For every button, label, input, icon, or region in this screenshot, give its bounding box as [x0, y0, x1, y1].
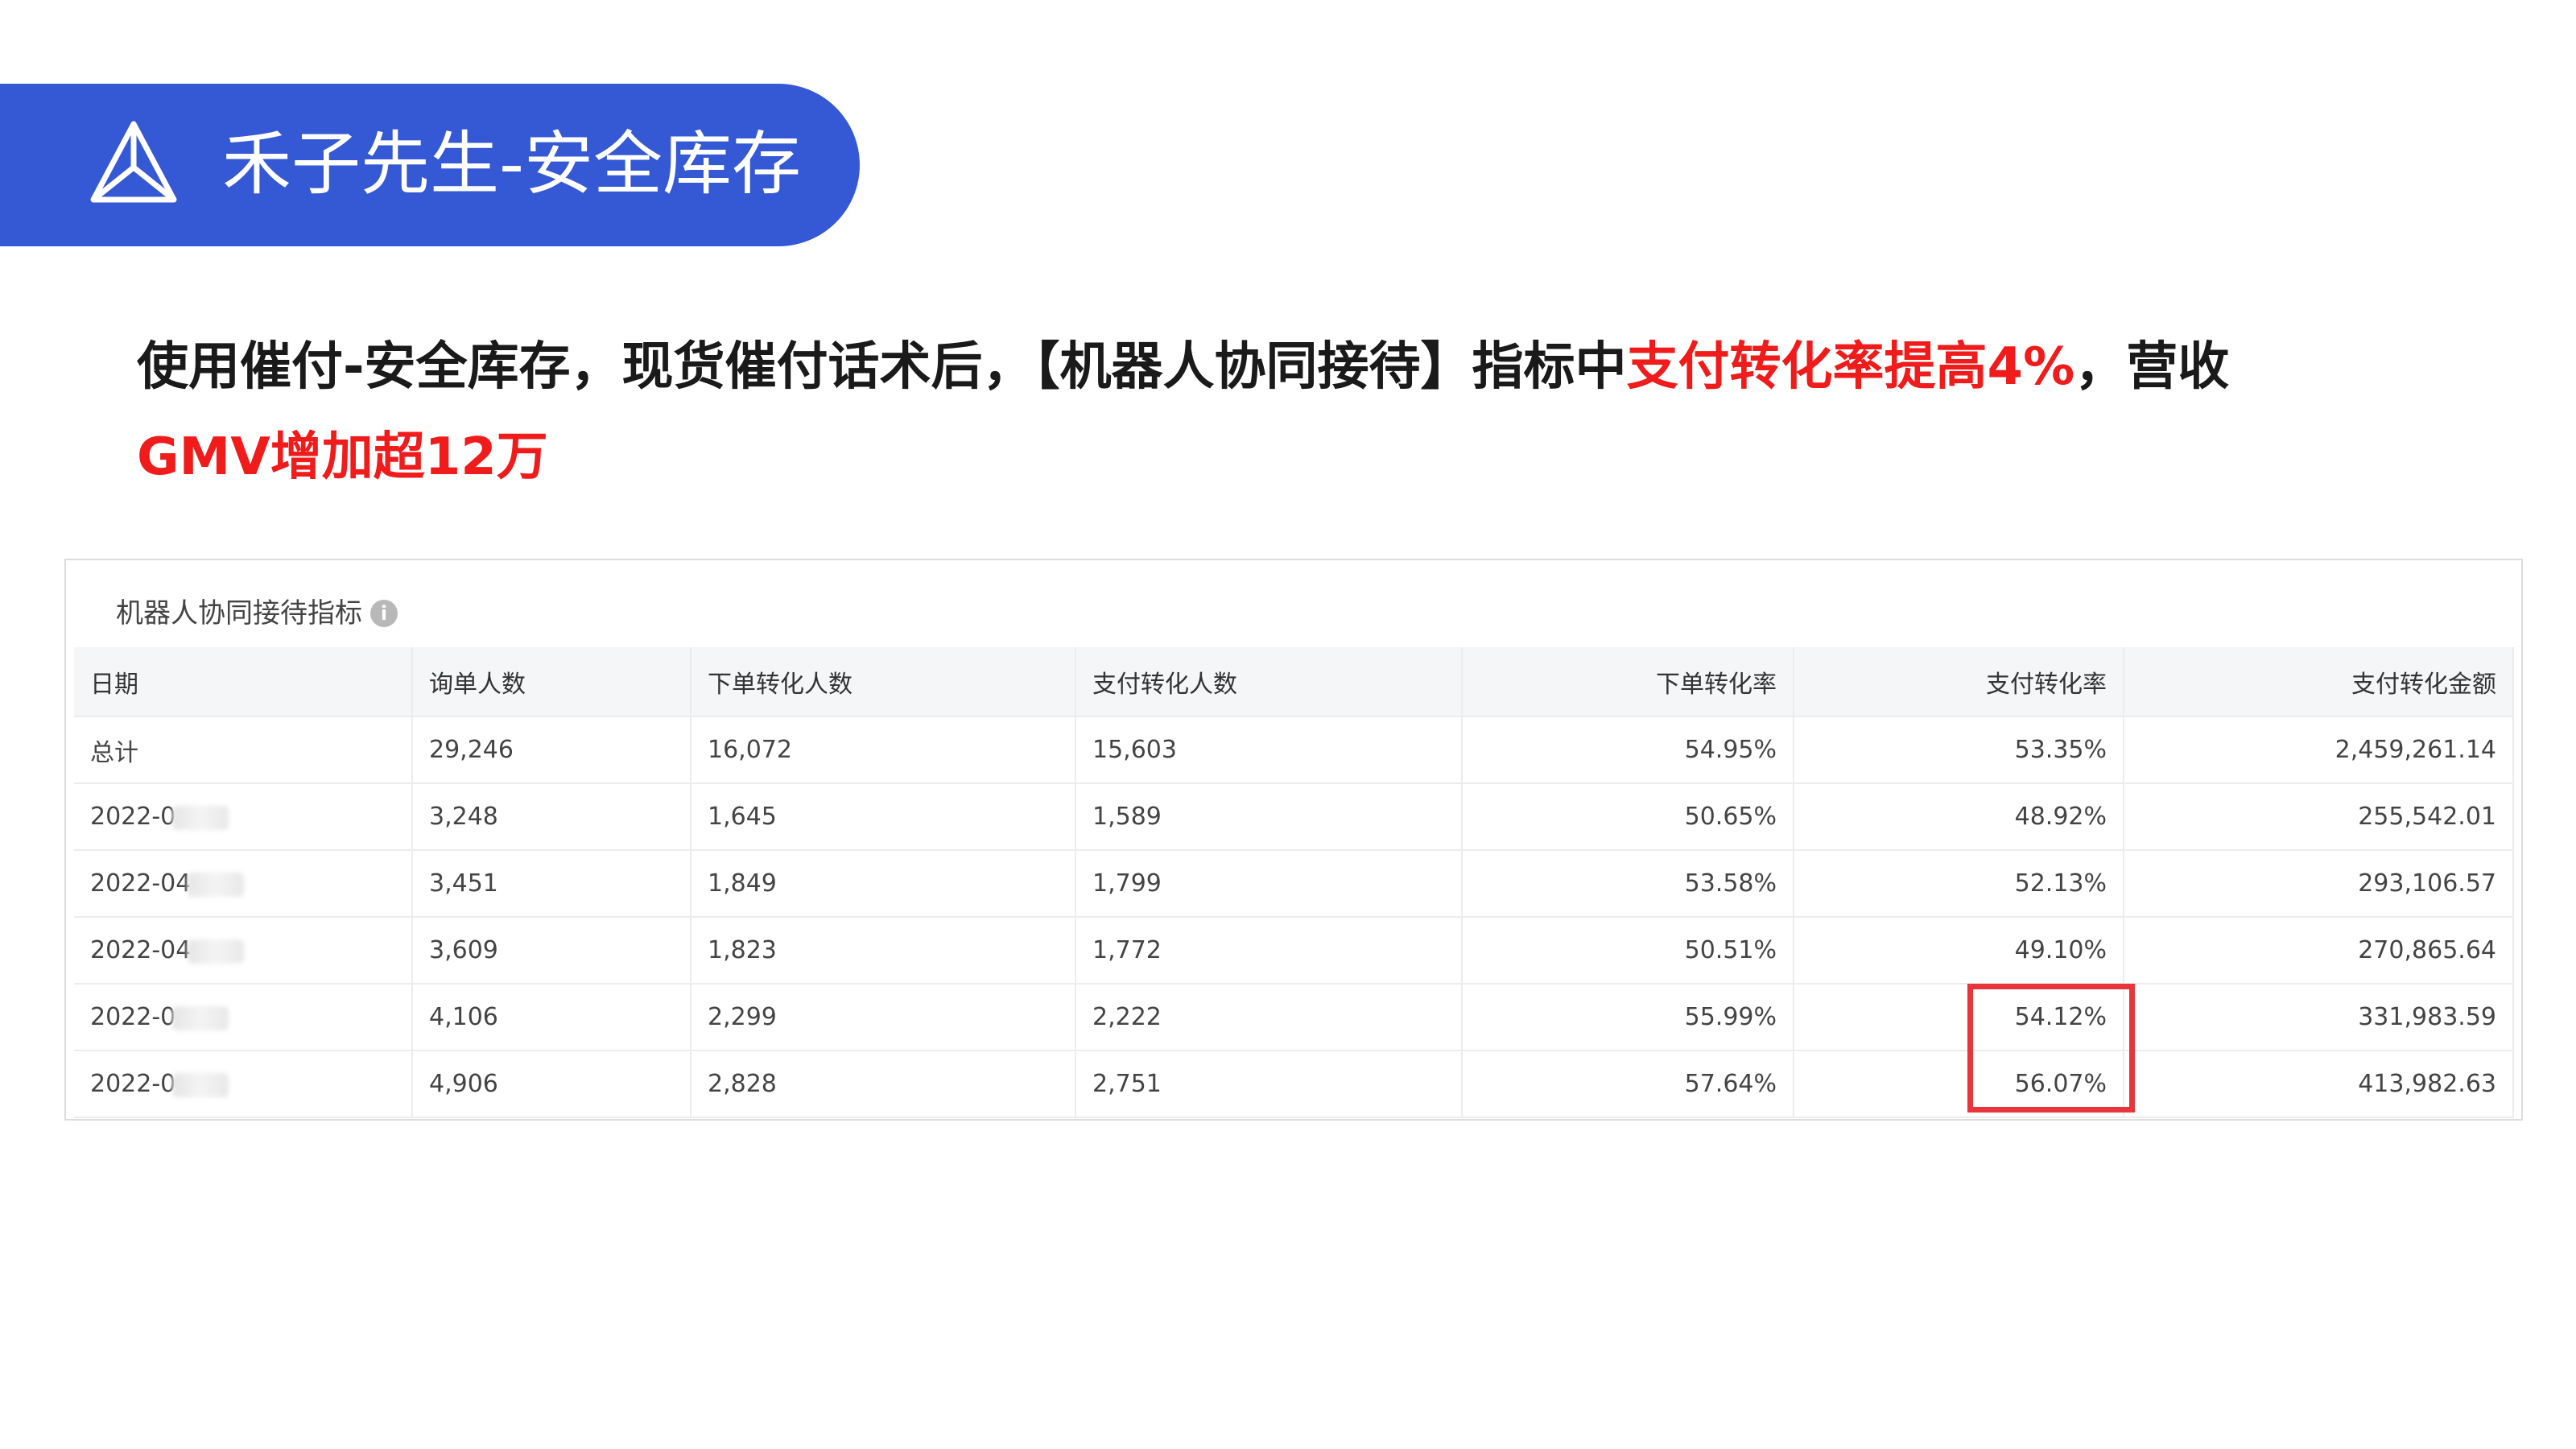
cell-order-rate: 50.65% [1462, 783, 1794, 851]
headline-highlight-2: GMV增加超12万 [137, 427, 548, 487]
column-header-order-rate[interactable]: 下单转化率 [1462, 647, 1794, 717]
payment-rate-highlight-box [1967, 984, 2135, 1113]
cell-payment-conversions: 2,222 [1075, 984, 1463, 1051]
metrics-panel: 机器人协同接待指标 i 日期 询单人数 下单转化人数 支付转化人数 下单转化率 … [64, 559, 2523, 1121]
cell-order-conversions: 2,299 [691, 984, 1076, 1051]
cell-payment-amount: 2,459,261.14 [2124, 716, 2514, 784]
column-header-payment-conversions[interactable]: 支付转化人数 [1075, 647, 1463, 717]
cell-payment-amount: 331,983.59 [2124, 984, 2514, 1051]
headline-text-2: ，营收 [2074, 337, 2230, 397]
cell-payment-conversions: 1,772 [1075, 917, 1463, 985]
cell-order-rate: 55.99% [1462, 984, 1794, 1051]
redacted-date-blur [172, 1005, 229, 1030]
cell-order-rate: 53.58% [1462, 850, 1794, 918]
cell-inquiries: 4,106 [412, 984, 691, 1051]
cell-payment-conversions: 1,799 [1075, 850, 1463, 918]
cell-payment-rate: 48.92% [1794, 783, 2124, 851]
metrics-table: 日期 询单人数 下单转化人数 支付转化人数 下单转化率 支付转化率 支付转化金额… [74, 647, 2514, 1118]
info-icon[interactable]: i [370, 600, 398, 627]
date-text: 2022-0 [90, 803, 176, 831]
table-header-row: 日期 询单人数 下单转化人数 支付转化人数 下单转化率 支付转化率 支付转化金额 [74, 647, 2514, 717]
cell-payment-conversions: 1,589 [1075, 783, 1463, 851]
headline-highlight-1: 支付转化率提高4% [1626, 337, 2075, 397]
headline-text-1: 使用催付-安全库存，现货催付话术后，【机器人协同接待】指标中 [137, 337, 1627, 397]
cell-inquiries: 4,906 [412, 1051, 691, 1118]
cell-inquiries: 29,246 [412, 716, 691, 784]
panel-title-text: 机器人协同接待指标 [116, 597, 362, 630]
cell-payment-amount: 293,106.57 [2124, 850, 2514, 918]
cell-payment-conversions: 15,603 [1075, 716, 1463, 784]
date-text: 2022-0 [90, 1003, 176, 1031]
table-row: 2022-04 3,451 1,849 1,799 53.58% 52.13% … [74, 850, 2514, 918]
cell-inquiries: 3,609 [412, 917, 691, 985]
cell-order-conversions: 1,849 [691, 850, 1076, 918]
cell-order-rate: 50.51% [1462, 917, 1794, 985]
cell-date: 2022-04 [74, 917, 413, 985]
table-row: 2022-04 3,609 1,823 1,772 50.51% 49.10% … [74, 917, 2514, 985]
cell-date: 2022-0 [74, 1051, 413, 1118]
headline: 使用催付-安全库存，现货催付话术后，【机器人协同接待】指标中支付转化率提高4%，… [137, 322, 2407, 502]
title-banner: 禾子先生-安全库存 [0, 84, 860, 246]
table-row: 2022-0 3,248 1,645 1,589 50.65% 48.92% 2… [74, 783, 2514, 851]
cell-order-rate: 57.64% [1462, 1051, 1794, 1118]
column-header-payment-rate[interactable]: 支付转化率 [1794, 647, 2124, 717]
cell-payment-rate: 52.13% [1794, 850, 2124, 918]
cell-order-conversions: 2,828 [691, 1051, 1076, 1118]
column-header-inquiries[interactable]: 询单人数 [412, 647, 691, 717]
date-text: 2022-04 [90, 869, 192, 898]
cell-payment-amount: 270,865.64 [2124, 917, 2514, 985]
redacted-date-blur [188, 872, 245, 897]
date-text: 2022-0 [90, 1070, 176, 1098]
cell-date: 2022-0 [74, 984, 413, 1051]
table-row: 2022-0 4,106 2,299 2,222 55.99% 54.12% 3… [74, 984, 2514, 1051]
redacted-date-blur [188, 939, 245, 964]
column-header-date[interactable]: 日期 [74, 647, 413, 717]
banner-title: 禾子先生-安全库存 [222, 124, 802, 204]
cell-order-conversions: 1,823 [691, 917, 1076, 985]
cell-order-conversions: 1,645 [691, 783, 1076, 851]
cell-inquiries: 3,451 [412, 850, 691, 918]
cell-payment-conversions: 2,751 [1075, 1051, 1463, 1118]
cell-date: 2022-04 [74, 850, 413, 918]
cell-payment-amount: 255,542.01 [2124, 783, 2514, 851]
table-row-total: 总计 29,246 16,072 15,603 54.95% 53.35% 2,… [74, 716, 2514, 784]
cell-payment-rate: 49.10% [1794, 917, 2124, 985]
cell-payment-rate: 53.35% [1794, 716, 2124, 784]
cell-date: 总计 [74, 716, 413, 784]
table-row: 2022-0 4,906 2,828 2,751 57.64% 56.07% 4… [74, 1051, 2514, 1118]
panel-title: 机器人协同接待指标 i [116, 589, 398, 638]
column-header-payment-amount[interactable]: 支付转化金额 [2124, 647, 2514, 717]
date-text: 2022-04 [90, 936, 192, 964]
redacted-date-blur [172, 805, 229, 830]
cell-order-rate: 54.95% [1462, 716, 1794, 784]
cell-order-conversions: 16,072 [691, 716, 1076, 784]
redacted-date-blur [172, 1072, 229, 1097]
column-header-order-conversions[interactable]: 下单转化人数 [691, 647, 1076, 717]
pyramid-logo-icon [90, 121, 177, 203]
cell-payment-amount: 413,982.63 [2124, 1051, 2514, 1118]
cell-inquiries: 3,248 [412, 783, 691, 851]
cell-date: 2022-0 [74, 783, 413, 851]
